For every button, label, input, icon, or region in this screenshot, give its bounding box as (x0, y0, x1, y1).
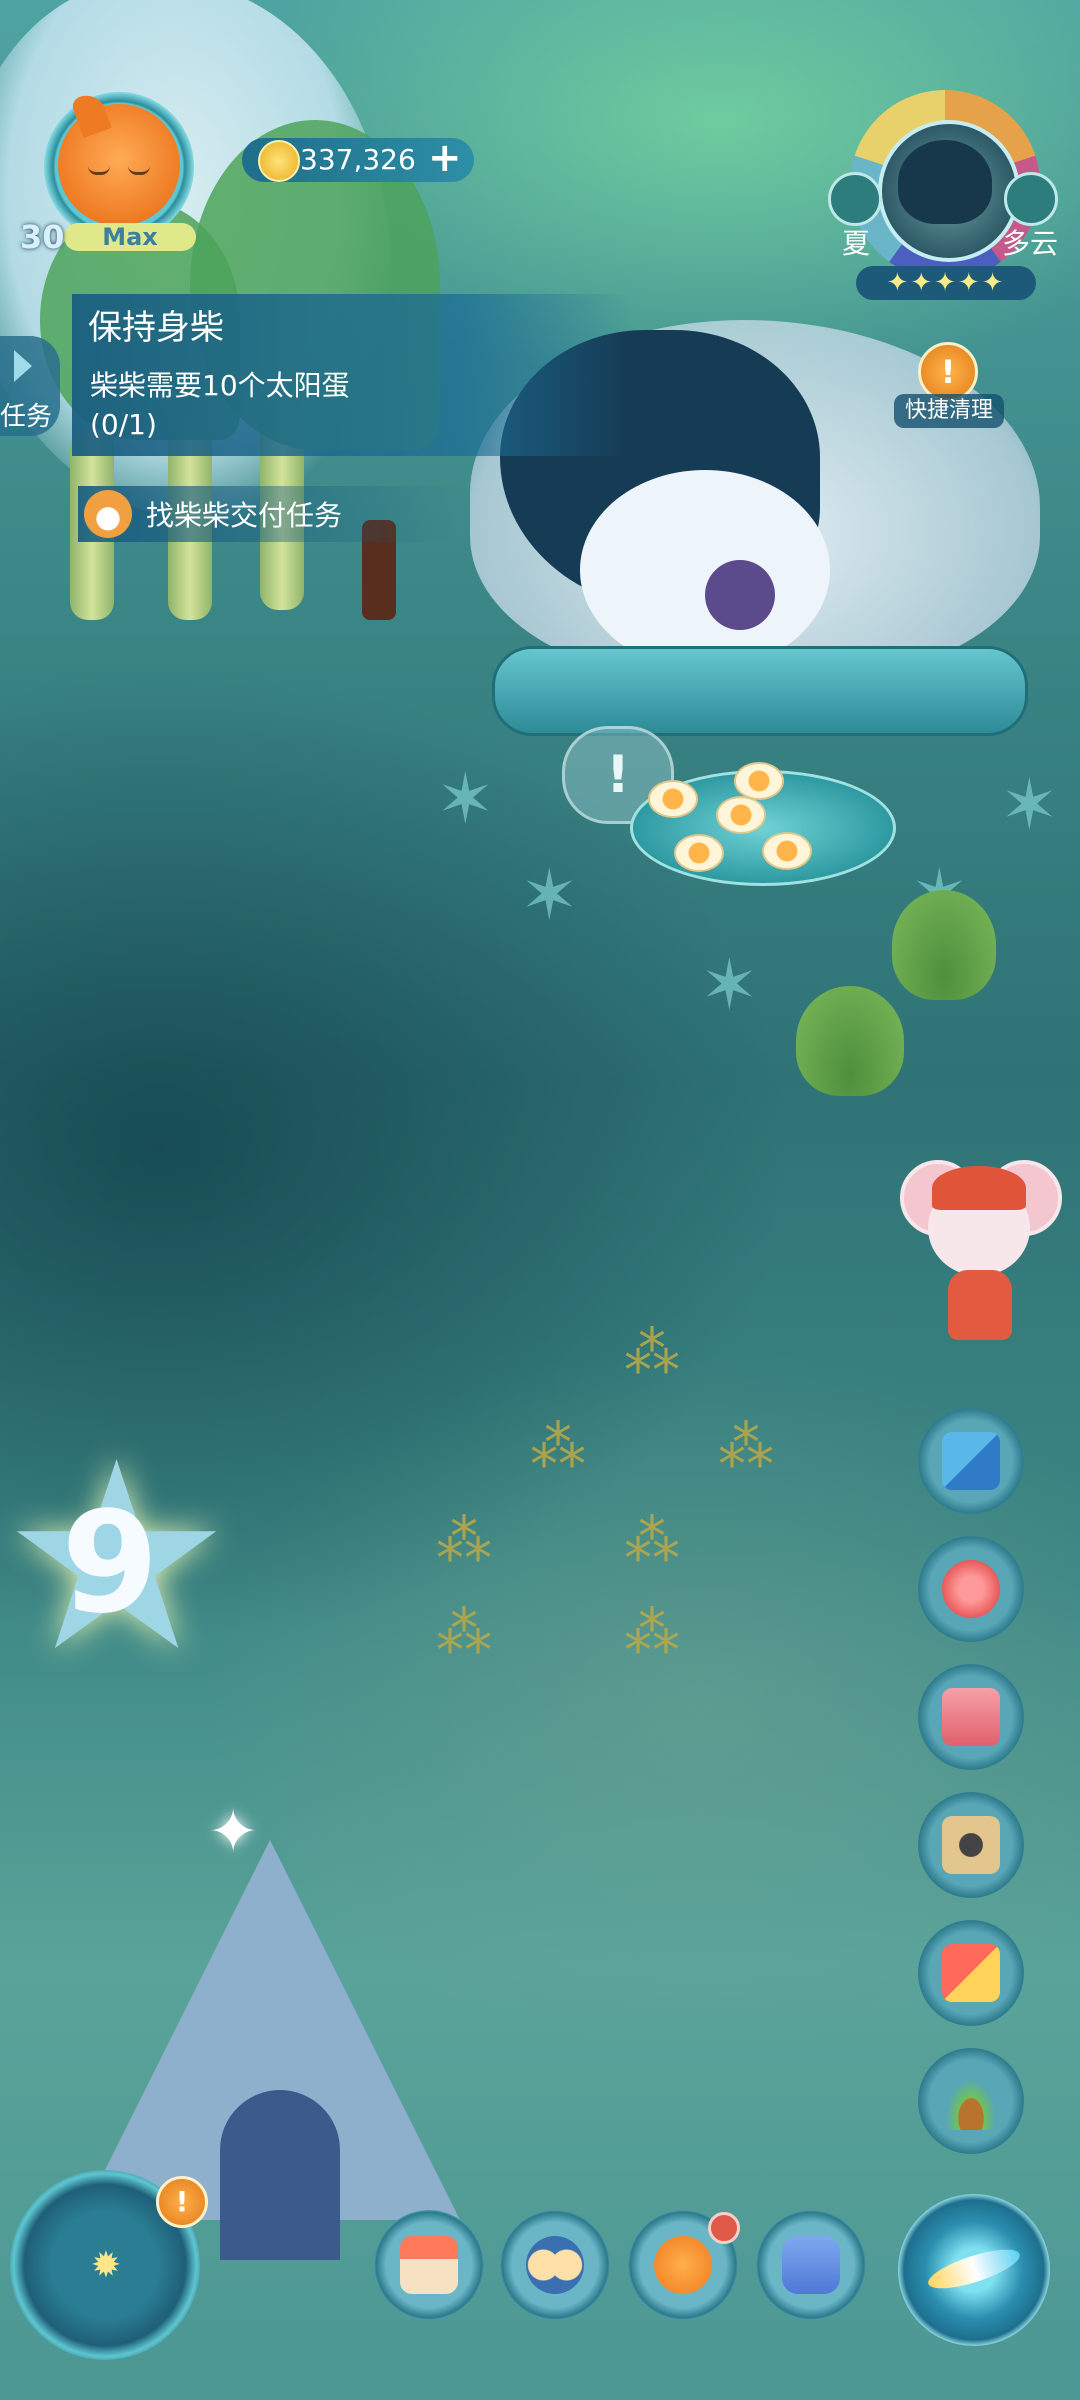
sun-egg (674, 834, 724, 872)
gear-icon: ✹ (90, 2245, 122, 2286)
backpack-icon (782, 2236, 840, 2294)
fern-bush (796, 986, 904, 1096)
hammer-icon (942, 1944, 1000, 2002)
tree-icon (898, 140, 992, 224)
player-level: 30 (20, 218, 65, 256)
megaphone-icon (942, 1560, 1000, 1618)
star-leaf: ✶ (1000, 764, 1059, 846)
shop-button[interactable] (374, 2210, 484, 2320)
crop-sprout[interactable]: ⁂ (624, 1326, 680, 1382)
fern-bush (892, 890, 996, 1000)
grid-moon-button[interactable] (918, 1408, 1024, 1514)
sprout-icon (942, 2072, 1000, 2130)
spirit-face (580, 470, 830, 670)
alert-badge: ! (156, 2176, 208, 2228)
sparkle-icon: ✦ (208, 1797, 259, 1867)
sun-egg (648, 780, 698, 818)
coin-amount: 337,326 (300, 143, 416, 176)
crop-sprout[interactable]: ⁂ (624, 1606, 680, 1662)
quick-clean-label[interactable]: 快捷清理 (894, 394, 1004, 428)
avatar-eye (128, 166, 150, 175)
task-tab-label[interactable]: 任务 (0, 396, 52, 433)
build-button[interactable] (918, 1920, 1024, 2026)
crop-sprout[interactable]: ⁂ (436, 1606, 492, 1662)
pet-cat-icon (654, 2236, 712, 2294)
deliver-task-label[interactable]: 找柴柴交付任务 (146, 494, 342, 534)
task-description: 柴柴需要10个太阳蛋 (90, 369, 350, 402)
crop-sprout[interactable]: ⁂ (718, 1420, 774, 1476)
quick-clean-button[interactable]: ! (918, 342, 978, 402)
level-badge: Max (64, 223, 196, 251)
sun-egg (762, 832, 812, 870)
cloud-icon (1004, 172, 1058, 226)
tent-door[interactable] (220, 2090, 340, 2260)
weather-rating: ✦✦✦✦✦ (856, 266, 1036, 300)
star-leaf: ✶ (436, 758, 495, 840)
sun-egg (734, 762, 784, 800)
friends-button[interactable] (500, 2210, 610, 2320)
shiba-icon (84, 490, 132, 538)
flower-book-icon (942, 1688, 1000, 1746)
crop-sprout[interactable]: ⁂ (530, 1420, 586, 1476)
npc-hat (932, 1166, 1026, 1210)
crop-sprout[interactable]: ⁂ (624, 1514, 680, 1570)
handbook-button[interactable] (918, 1664, 1024, 1770)
leaf-icon (828, 172, 882, 226)
coin-icon (258, 140, 300, 182)
shop-icon (400, 2236, 458, 2294)
plant-button[interactable] (918, 2048, 1024, 2154)
star-counter-value: 9 (61, 1482, 159, 1645)
grid-moon-icon (942, 1432, 1000, 1490)
backpack-button[interactable] (756, 2210, 866, 2320)
bamboo-bed (492, 646, 1028, 736)
season-label: 夏 (842, 227, 871, 260)
task-progress: (0/1) (90, 408, 157, 441)
star-leaf: ✶ (700, 944, 759, 1026)
weather-label: 多云 (1002, 227, 1059, 260)
npc-body (948, 1270, 1012, 1340)
star-leaf: ✶ (520, 854, 579, 936)
sun-egg (716, 796, 766, 834)
spirit-mouth (705, 560, 775, 630)
add-coins-button[interactable]: + (428, 134, 462, 182)
task-title: 保持身柴 (88, 308, 224, 348)
camera-button[interactable] (918, 1792, 1024, 1898)
crop-sprout[interactable]: ⁂ (436, 1514, 492, 1570)
camera-icon (942, 1816, 1000, 1874)
announcement-button[interactable] (918, 1536, 1024, 1642)
notification-dot (708, 2212, 740, 2244)
friends-icon (526, 2236, 584, 2294)
expand-arrow-icon[interactable] (14, 350, 32, 382)
avatar-eye (88, 166, 110, 175)
avatar[interactable] (58, 104, 180, 226)
